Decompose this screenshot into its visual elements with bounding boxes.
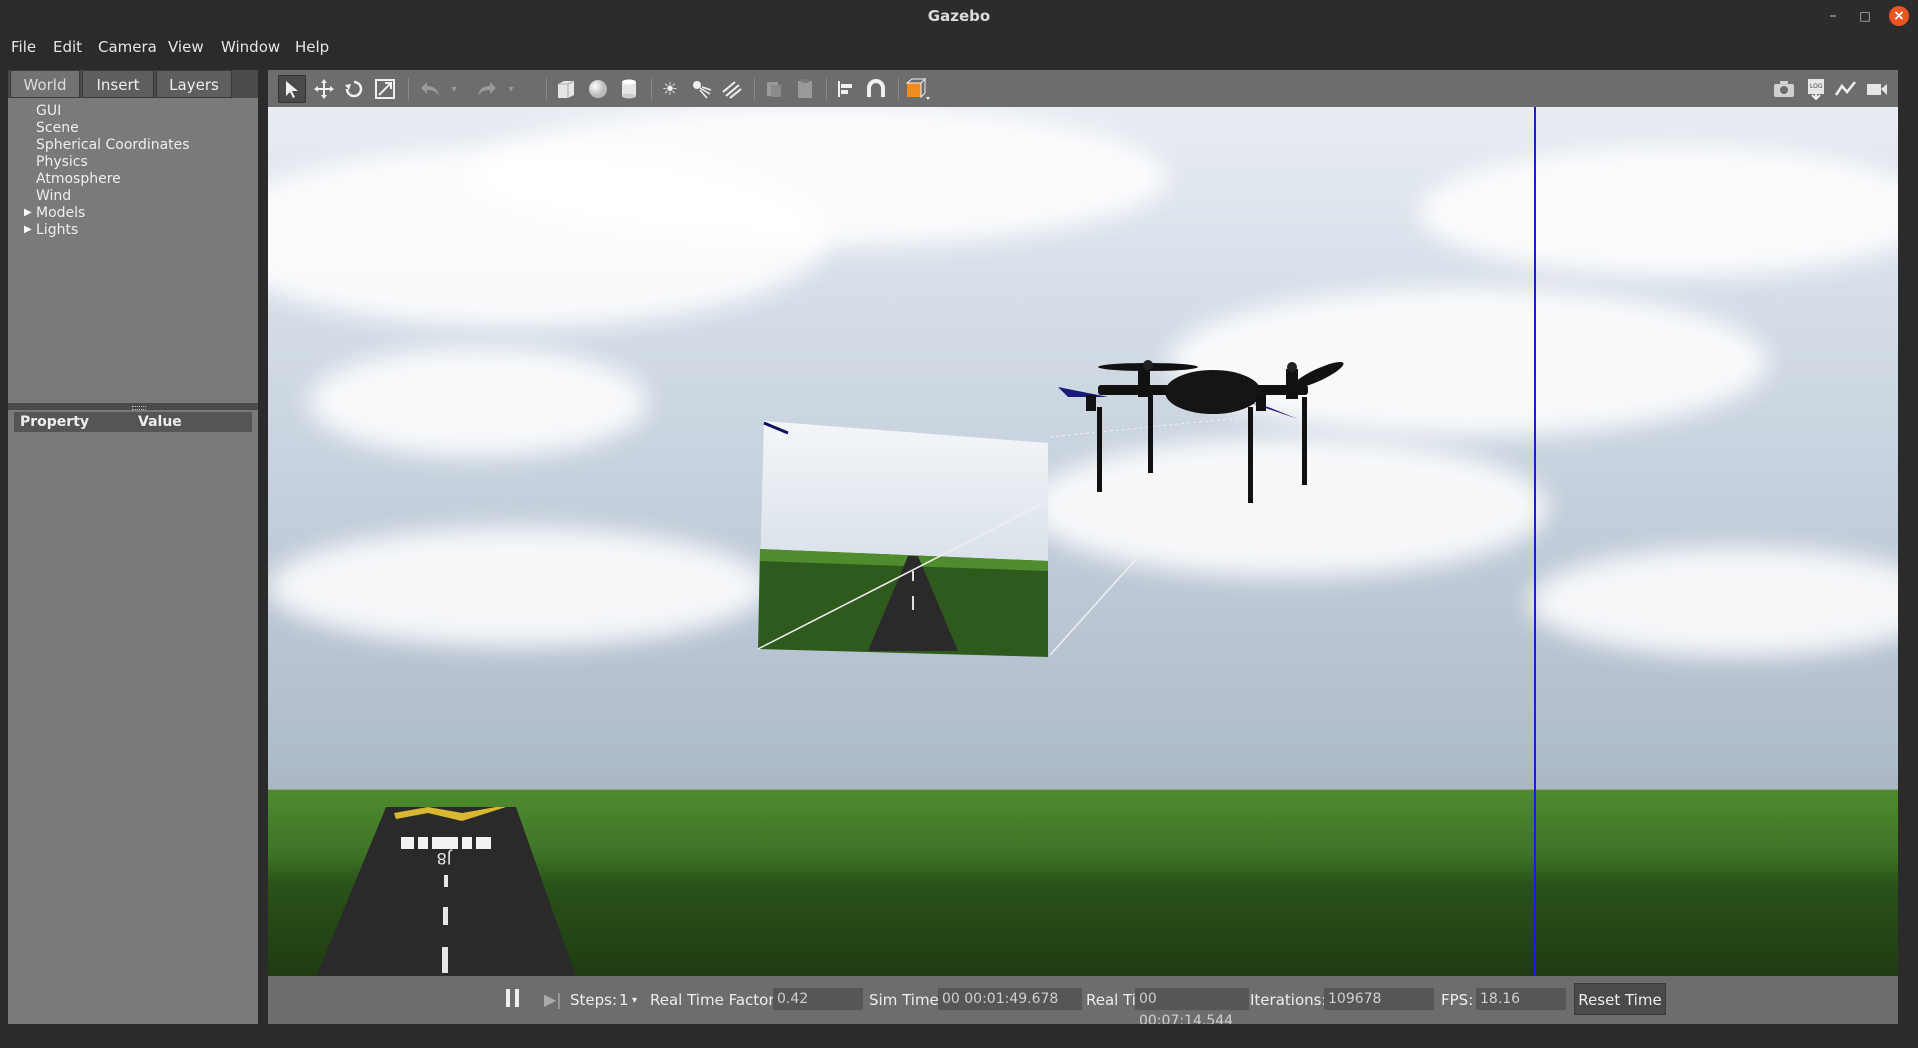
sim-time-label: Sim Time: (869, 991, 944, 1009)
tab-world[interactable]: World (10, 70, 80, 98)
tree-item-gui[interactable]: GUI (36, 103, 61, 119)
bottom-strip (0, 1024, 1918, 1048)
left-panel: World Insert Layers GUI Scene Spherical … (8, 70, 258, 1024)
iterations-label: Iterations: (1250, 991, 1327, 1009)
svg-text:LOG: LOG (1810, 83, 1823, 90)
plot-icon[interactable] (1832, 75, 1860, 103)
sim-time-value: 00 00:01:49.678 (938, 988, 1082, 1010)
select-mode-icon[interactable] (278, 75, 306, 103)
tab-insert[interactable]: Insert (82, 70, 154, 98)
expand-arrow-icon[interactable]: ▶ (24, 224, 32, 235)
window-title: Gazebo (927, 7, 991, 25)
view-angle-icon[interactable] (904, 75, 932, 103)
runway: J8 (316, 807, 576, 976)
redo-history-icon[interactable]: ▾ (497, 75, 525, 103)
runway-marking: J8 (437, 849, 453, 868)
rtf-label: Real Time Factor: (650, 991, 780, 1009)
fps-label: FPS: (1441, 991, 1474, 1009)
rtf-value: 0.42 (773, 988, 863, 1010)
scene-viewport[interactable]: J8 (268, 107, 1898, 976)
align-icon[interactable] (831, 75, 859, 103)
tree-item-scene[interactable]: Scene (36, 120, 79, 136)
maximize-icon[interactable]: □ (1855, 6, 1875, 26)
paste-icon[interactable] (791, 75, 819, 103)
real-time-value: 00 00:07:14.544 (1135, 988, 1249, 1029)
rotate-mode-icon[interactable] (340, 75, 368, 103)
spot-light-icon[interactable] (687, 75, 715, 103)
property-panel: Property Value (8, 410, 258, 1024)
tree-item-physics[interactable]: Physics (36, 154, 88, 170)
close-icon[interactable]: × (1889, 6, 1909, 26)
directional-light-icon[interactable] (718, 75, 746, 103)
title-bar: Gazebo – □ × (0, 0, 1918, 32)
menu-edit[interactable]: Edit (53, 38, 82, 56)
copy-icon[interactable] (760, 75, 788, 103)
status-bar: ▶​| Steps: 1 ▾ Real Time Factor: 0.42 Si… (268, 976, 1898, 1029)
scale-mode-icon[interactable] (371, 75, 399, 103)
tree-item-lights[interactable]: Lights (36, 222, 78, 238)
reset-time-button[interactable]: Reset Time (1574, 983, 1666, 1015)
log-icon[interactable]: LOG (1802, 75, 1830, 103)
steps-value[interactable]: 1 (619, 991, 629, 1009)
steps-dropdown-icon[interactable]: ▾ (632, 995, 637, 1006)
world-tree: GUI Scene Spherical Coordinates Physics … (8, 98, 258, 403)
tab-layers[interactable]: Layers (156, 70, 232, 98)
property-column-header: Property (20, 414, 90, 430)
toolbar: ▾ ▾ ☀ LOG (268, 70, 1898, 107)
fps-value: 18.16 (1476, 988, 1566, 1010)
pause-icon[interactable] (506, 989, 520, 1007)
value-column-header: Value (138, 414, 182, 430)
tree-item-wind[interactable]: Wind (36, 188, 71, 204)
cylinder-icon[interactable] (615, 75, 643, 103)
steps-label: Steps: (570, 991, 618, 1009)
menu-window[interactable]: Window (221, 38, 280, 56)
panel-tabs: World Insert Layers (8, 70, 258, 98)
minimize-icon[interactable]: – (1823, 6, 1843, 26)
menu-camera[interactable]: Camera (98, 38, 157, 56)
box-icon[interactable] (552, 75, 580, 103)
quadcopter-model (1058, 360, 1344, 503)
undo-history-icon[interactable]: ▾ (440, 75, 468, 103)
menu-file[interactable]: File (11, 38, 36, 56)
camera-view-overlay (758, 421, 1049, 657)
tree-item-atmosphere[interactable]: Atmosphere (36, 171, 121, 187)
sphere-icon[interactable] (584, 75, 612, 103)
property-header: Property Value (14, 412, 252, 432)
expand-arrow-icon[interactable]: ▶ (24, 207, 32, 218)
menu-bar: File Edit Camera View Window Help (0, 32, 1918, 62)
axis-line (1534, 107, 1536, 976)
tree-item-spherical-coordinates[interactable]: Spherical Coordinates (36, 137, 190, 153)
iterations-value: 109678 (1324, 988, 1434, 1010)
menu-view[interactable]: View (168, 38, 204, 56)
tree-item-models[interactable]: Models (36, 205, 85, 221)
snap-icon[interactable] (862, 75, 890, 103)
video-record-icon[interactable] (1863, 75, 1891, 103)
translate-mode-icon[interactable] (310, 75, 338, 103)
point-light-icon[interactable]: ☀ (656, 75, 684, 103)
screenshot-icon[interactable] (1770, 75, 1798, 103)
step-icon[interactable]: ▶​| (544, 990, 562, 1009)
menu-help[interactable]: Help (295, 38, 329, 56)
